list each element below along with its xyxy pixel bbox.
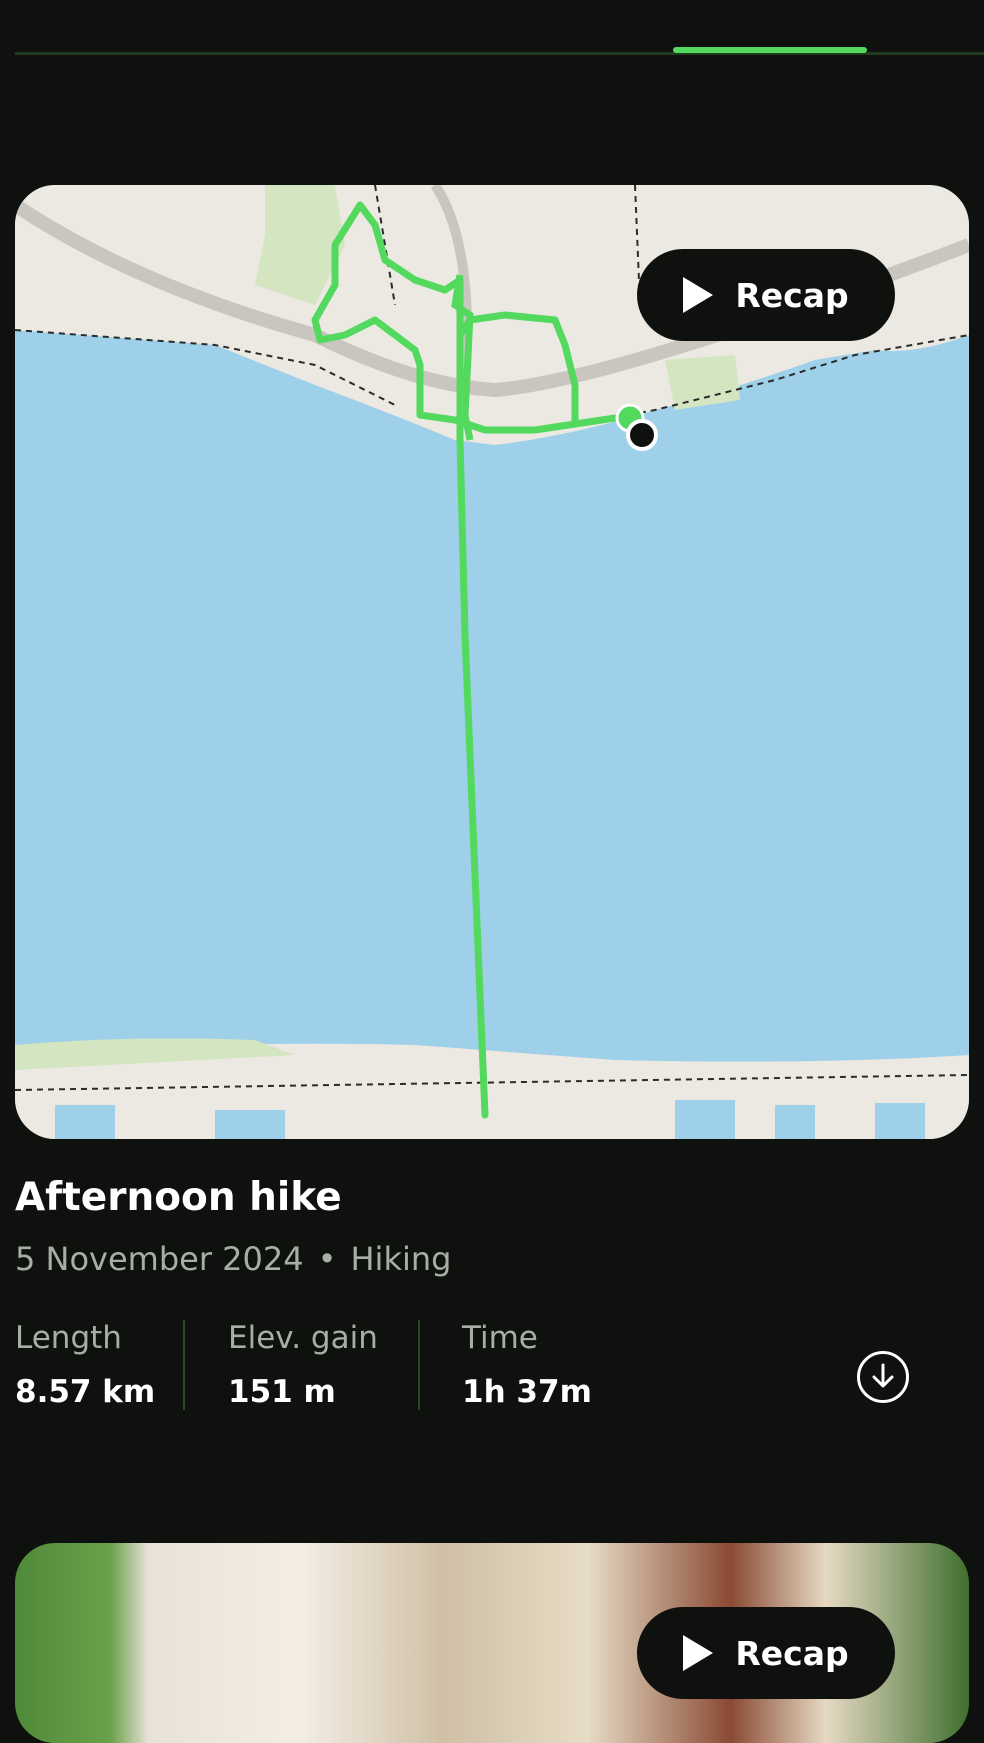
route-end-marker: [626, 419, 658, 451]
stat-label: Time: [462, 1320, 538, 1356]
stat-value: 151 m: [228, 1374, 336, 1410]
map-pond: [215, 1110, 285, 1139]
play-icon: [683, 1635, 714, 1671]
stat-length: Length 8.57 km: [15, 1320, 183, 1410]
stat-value: 1h 37m: [462, 1374, 592, 1410]
activity-subtitle: 5 November 2024 • Hiking: [15, 1240, 451, 1278]
map-pond: [675, 1100, 735, 1139]
download-icon: [872, 1363, 894, 1388]
activity-stats: Length 8.57 km Elev. gain 151 m Time 1h …: [15, 1320, 662, 1410]
map-park: [665, 355, 740, 410]
map-pond: [55, 1105, 115, 1139]
tab-bar: [0, 0, 984, 62]
stat-label: Elev. gain: [228, 1320, 378, 1356]
stat-time: Time 1h 37m: [420, 1320, 662, 1410]
stat-elevation-gain: Elev. gain 151 m: [185, 1320, 418, 1410]
activity-title: Afternoon hike: [15, 1175, 342, 1220]
recap-label: Recap: [735, 1633, 849, 1673]
recap-button[interactable]: Recap: [637, 249, 895, 341]
activity-date: 5 November 2024: [15, 1240, 304, 1278]
play-icon: [683, 277, 714, 313]
activity-type: Hiking: [350, 1240, 452, 1278]
map-pond: [775, 1105, 815, 1139]
map-pond: [875, 1103, 925, 1139]
active-tab-indicator: [673, 47, 867, 53]
stat-value: 8.57 km: [15, 1374, 156, 1410]
separator-dot: •: [317, 1240, 337, 1278]
recap-button[interactable]: Recap: [637, 1607, 895, 1699]
download-button[interactable]: [857, 1351, 909, 1403]
stat-label: Length: [15, 1320, 122, 1356]
recap-label: Recap: [735, 275, 849, 315]
